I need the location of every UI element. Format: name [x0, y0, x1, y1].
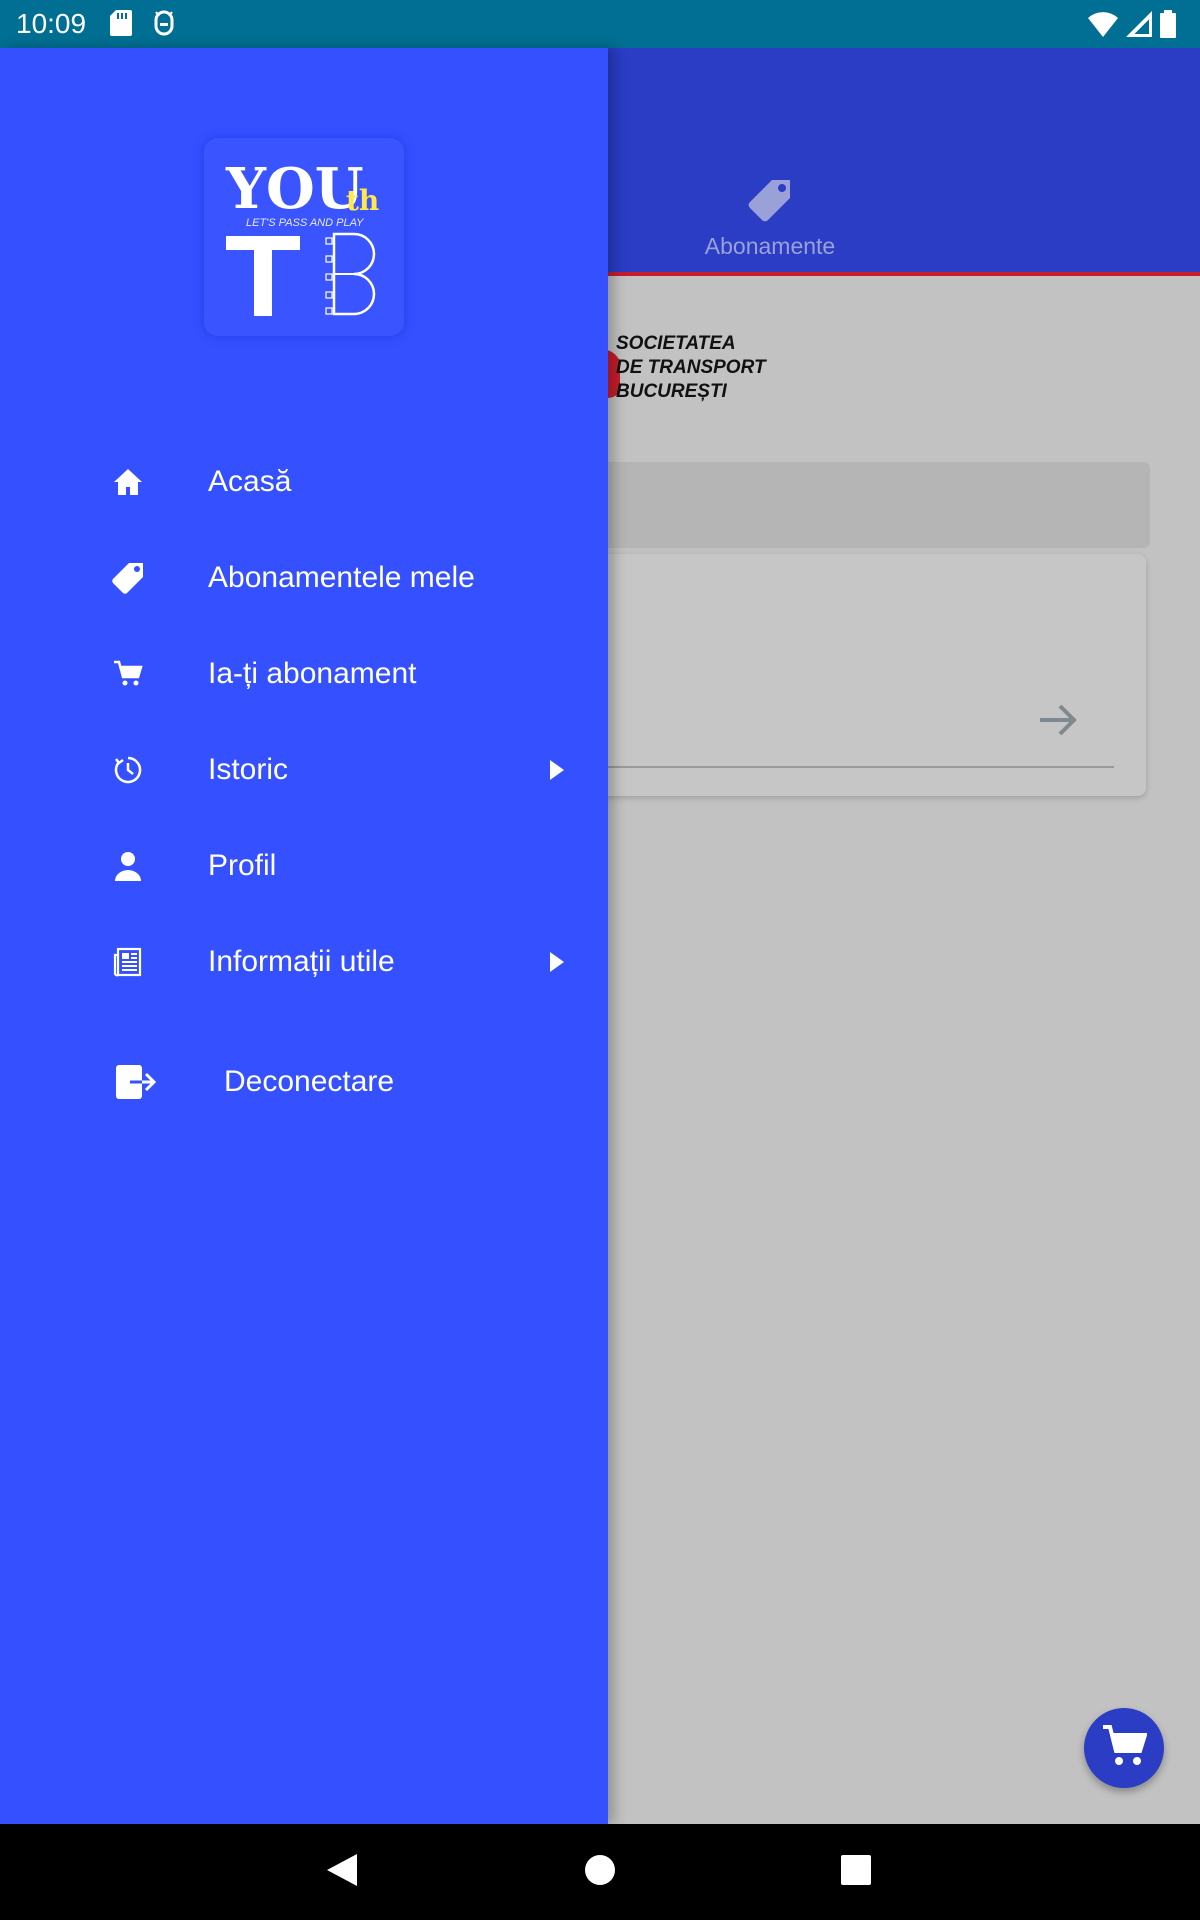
cart-icon	[110, 656, 146, 692]
home-icon	[110, 464, 146, 500]
cellular-signal-icon	[1126, 11, 1152, 42]
tab-abonamente[interactable]: Abonamente	[680, 178, 860, 260]
menu-label-informatii-utile: Informații utile	[208, 945, 395, 978]
android-debug-icon	[152, 10, 176, 41]
cart-fab-button[interactable]	[1084, 1708, 1164, 1788]
cart-icon	[1101, 1724, 1148, 1772]
menu-label-ia-ti-abonament: Ia-ți abonament	[208, 657, 417, 690]
background-bar	[560, 462, 1150, 548]
menu-label-abonamentele-mele: Abonamentele mele	[208, 561, 475, 594]
logo-word-th: th	[346, 184, 379, 217]
tag-icon	[110, 560, 146, 596]
menu-item-ia-ti-abonament[interactable]: Ia-ți abonament	[0, 634, 608, 714]
person-icon	[110, 848, 146, 884]
menu-item-profil[interactable]: Profil	[0, 826, 608, 906]
menu-item-acasa[interactable]: Acasă	[0, 442, 608, 522]
logo-word-you: YOU	[225, 156, 364, 222]
caret-right-icon[interactable]	[550, 952, 564, 972]
background-card[interactable]	[560, 554, 1146, 796]
tag-icon	[746, 180, 794, 228]
menu-item-abonamentele-mele[interactable]: Abonamentele mele	[0, 538, 608, 618]
system-navigation-bar	[0, 1824, 1200, 1920]
menu-label-profil: Profil	[208, 849, 277, 882]
menu-label-acasa: Acasă	[208, 465, 292, 498]
wifi-icon	[1088, 11, 1118, 42]
back-icon	[325, 1852, 359, 1893]
youth-tb-logo: YOU th LET'S PASS AND PLAY	[204, 138, 404, 336]
back-button[interactable]	[318, 1848, 366, 1896]
recents-button[interactable]	[832, 1848, 880, 1896]
home-button[interactable]	[576, 1848, 624, 1896]
logo-tagline: LET'S PASS AND PLAY	[246, 217, 364, 229]
status-time: 10:09	[16, 8, 87, 39]
stb-line-3: BUCUREȘTI	[616, 381, 727, 402]
navigation-drawer: YOU th LET'S PASS AND PLAY Acasă Aboname…	[0, 48, 608, 1824]
recents-icon	[841, 1854, 871, 1890]
card-divider	[560, 766, 1114, 768]
logout-button[interactable]: Deconectare	[0, 1042, 608, 1122]
logout-label: Deconectare	[224, 1065, 395, 1098]
arrow-right-icon[interactable]	[1036, 700, 1080, 745]
tab-label: Abonamente	[704, 233, 836, 259]
newspaper-icon	[110, 944, 146, 980]
menu-item-informatii-utile[interactable]: Informații utile	[0, 922, 608, 1002]
battery-icon	[1160, 10, 1176, 43]
home-circle-icon	[584, 1854, 616, 1891]
caret-right-icon[interactable]	[550, 760, 564, 780]
logout-icon	[114, 1064, 158, 1100]
stb-line-2: DE TRANSPORT	[616, 357, 766, 378]
menu-item-istoric[interactable]: Istoric	[0, 730, 608, 810]
history-icon	[110, 752, 146, 788]
sd-card-icon	[110, 10, 132, 41]
stb-logo-text: SOCIETATEA DE TRANSPORT BUCUREȘTI	[616, 332, 766, 404]
menu-label-istoric: Istoric	[208, 753, 289, 786]
stb-line-1: SOCIETATEA	[616, 333, 736, 354]
status-bar: 10:09	[0, 0, 1200, 48]
